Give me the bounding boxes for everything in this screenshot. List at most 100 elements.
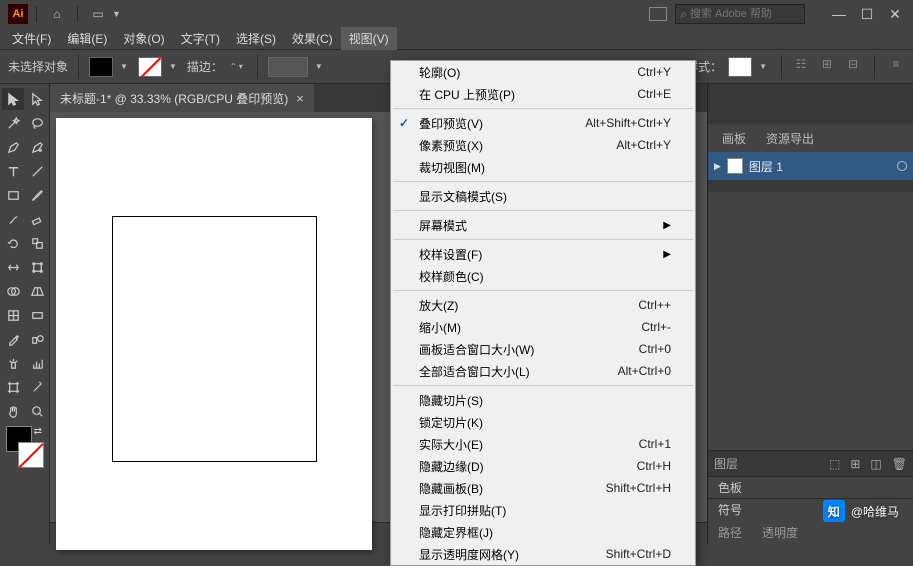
locate-icon[interactable]: ⬚ — [829, 457, 840, 471]
zoom-tool[interactable] — [26, 400, 48, 422]
menu-item[interactable]: 隐藏切片(S) — [391, 389, 695, 411]
menu-item[interactable]: 显示打印拼贴(T) — [391, 499, 695, 521]
hand-tool[interactable] — [2, 400, 24, 422]
menu-item[interactable]: 在 CPU 上预览(P)Ctrl+E — [391, 83, 695, 105]
document-tab-title: 未标题-1* @ 33.33% (RGB/CPU 叠印预览) — [60, 90, 288, 107]
help-search[interactable]: ⌕ — [675, 4, 805, 24]
stroke-weight-dd[interactable]: ⌃ ▾ — [230, 62, 243, 71]
tab-asset-export[interactable]: 资源导出 — [756, 125, 824, 152]
shaper-tool[interactable] — [2, 208, 24, 230]
pen-tool[interactable] — [2, 136, 24, 158]
width-tool[interactable] — [2, 256, 24, 278]
magic-wand-tool[interactable] — [2, 112, 24, 134]
tab-stroke[interactable]: 路径 — [708, 520, 752, 545]
type-tool[interactable] — [2, 160, 24, 182]
menu-item[interactable]: 隐藏画板(B)Shift+Ctrl+H — [391, 477, 695, 499]
rectangle-shape[interactable] — [112, 216, 317, 462]
fill-swatch[interactable] — [89, 57, 113, 77]
close-button[interactable]: ✕ — [881, 3, 909, 25]
symbol-sprayer-tool[interactable] — [2, 352, 24, 374]
blend-tool[interactable] — [26, 328, 48, 350]
artboard — [56, 118, 372, 550]
menu-item[interactable]: 轮廓(O)Ctrl+Y — [391, 61, 695, 83]
menu-edit[interactable]: 编辑(E) — [59, 27, 115, 50]
eyedropper-tool[interactable] — [2, 328, 24, 350]
menu-item[interactable]: 显示透明度网格(Y)Shift+Ctrl+D — [391, 543, 695, 565]
menu-item[interactable]: 隐藏边缘(D)Ctrl+H — [391, 455, 695, 477]
new-sublayer-icon[interactable]: ⊞ — [850, 457, 860, 471]
search-input[interactable] — [690, 8, 800, 20]
menu-item[interactable]: 校样设置(F)▶ — [391, 243, 695, 265]
curvature-tool[interactable] — [26, 136, 48, 158]
app-logo: Ai — [8, 4, 28, 24]
gradient-tool[interactable] — [26, 304, 48, 326]
menu-item[interactable]: 放大(Z)Ctrl++ — [391, 294, 695, 316]
scale-tool[interactable] — [26, 232, 48, 254]
align-icons[interactable]: ☷⊞⊟ ≡ — [792, 55, 905, 79]
menu-item[interactable]: 隐藏定界框(J) — [391, 521, 695, 543]
brush-style[interactable] — [268, 57, 308, 77]
menu-item[interactable]: 画板适合窗口大小(W)Ctrl+0 — [391, 338, 695, 360]
fill-stroke-indicator[interactable]: ⇄ — [2, 426, 48, 468]
menu-select[interactable]: 选择(S) — [228, 27, 284, 50]
menu-item[interactable]: 显示文稿模式(S) — [391, 185, 695, 207]
menu-item[interactable]: 屏幕模式▶ — [391, 214, 695, 236]
new-layer-icon[interactable]: ◫ — [870, 457, 881, 471]
menu-item[interactable]: 全部适合窗口大小(L)Alt+Ctrl+0 — [391, 360, 695, 382]
graph-tool[interactable] — [26, 352, 48, 374]
free-transform-tool[interactable] — [26, 256, 48, 278]
menu-item[interactable]: 裁切视图(M) — [391, 156, 695, 178]
menu-item[interactable]: 缩小(M)Ctrl+- — [391, 316, 695, 338]
menu-item[interactable]: 实际大小(E)Ctrl+1 — [391, 433, 695, 455]
right-panels: 画板 资源导出 ▶ 图层 1 图层 ⬚ ⊞ ◫ 🗑 色板 符号 路径 透明度 — [707, 84, 913, 544]
view-menu-dropdown: 轮廓(O)Ctrl+Y在 CPU 上预览(P)Ctrl+E ✓叠印预览(V)Alt… — [390, 60, 696, 566]
tab-artboards[interactable]: 画板 — [712, 125, 756, 152]
layer-name[interactable]: 图层 1 — [749, 158, 783, 175]
menu-item[interactable]: 校样颜色(C) — [391, 265, 695, 287]
brush-tool[interactable] — [26, 184, 48, 206]
maximize-button[interactable]: ☐ — [853, 3, 881, 25]
toolbox: ⇄ — [0, 84, 50, 544]
eraser-tool[interactable] — [26, 208, 48, 230]
rotate-tool[interactable] — [2, 232, 24, 254]
graphic-style-swatch[interactable] — [728, 57, 752, 77]
perspective-tool[interactable] — [26, 280, 48, 302]
arrange-docs-icon[interactable] — [649, 7, 667, 21]
layers-footer: 图层 ⬚ ⊞ ◫ 🗑 — [708, 450, 913, 476]
lasso-tool[interactable] — [26, 112, 48, 134]
zhihu-icon: 知 — [823, 500, 845, 522]
menu-object[interactable]: 对象(O) — [115, 27, 172, 50]
line-tool[interactable] — [26, 160, 48, 182]
menu-effect[interactable]: 效果(C) — [284, 27, 341, 50]
stroke-color[interactable] — [18, 442, 44, 468]
swap-fill-stroke-icon[interactable]: ⇄ — [34, 426, 42, 437]
artboard-tool[interactable] — [2, 376, 24, 398]
doc-layout-icon[interactable]: ▭ — [88, 4, 108, 24]
layer-row[interactable]: ▶ 图层 1 — [708, 152, 913, 180]
layer-target-icon[interactable] — [897, 161, 907, 171]
menu-view[interactable]: 视图(V) — [341, 27, 397, 50]
tab-swatches[interactable]: 色板 — [708, 476, 913, 498]
rectangle-tool[interactable] — [2, 184, 24, 206]
direct-select-tool[interactable] — [26, 88, 48, 110]
search-icon: ⌕ — [680, 7, 687, 22]
close-icon[interactable]: × — [296, 91, 304, 106]
shape-builder-tool[interactable] — [2, 280, 24, 302]
menubar: 文件(F) 编辑(E) 对象(O) 文字(T) 选择(S) 效果(C) 视图(V… — [0, 28, 913, 50]
menu-type[interactable]: 文字(T) — [173, 27, 228, 50]
watermark: 知 @哈维马 — [823, 500, 899, 522]
delete-icon[interactable]: 🗑 — [892, 457, 907, 471]
stroke-swatch[interactable] — [138, 57, 162, 77]
menu-item[interactable]: 锁定切片(K) — [391, 411, 695, 433]
home-icon[interactable]: ⌂ — [47, 4, 67, 24]
mesh-tool[interactable] — [2, 304, 24, 326]
selection-tool[interactable] — [2, 88, 24, 110]
slice-tool[interactable] — [26, 376, 48, 398]
chevron-right-icon[interactable]: ▶ — [714, 161, 721, 172]
document-tab[interactable]: 未标题-1* @ 33.33% (RGB/CPU 叠印预览) × — [50, 84, 314, 112]
menu-item[interactable]: 像素预览(X)Alt+Ctrl+Y — [391, 134, 695, 156]
menu-file[interactable]: 文件(F) — [4, 27, 59, 50]
menu-item[interactable]: ✓叠印预览(V)Alt+Shift+Ctrl+Y — [391, 112, 695, 134]
tab-transparency[interactable]: 透明度 — [752, 520, 808, 545]
minimize-button[interactable]: — — [825, 3, 853, 25]
